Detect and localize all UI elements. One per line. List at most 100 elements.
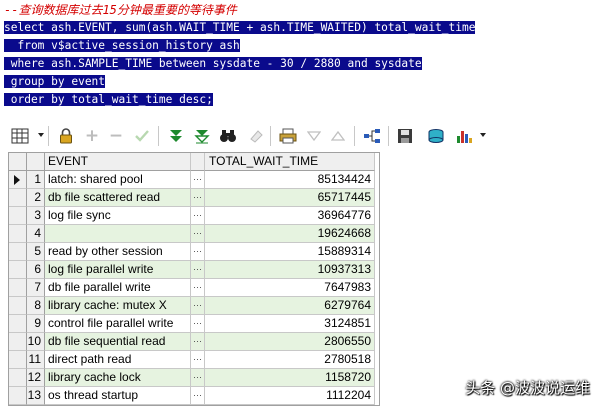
sql-line-4: group by event [4,75,106,88]
filter-clear-icon[interactable] [192,126,212,146]
row-number: 7 [27,279,45,297]
table-row[interactable]: 4 ··· 19624668 [9,225,379,243]
table-row[interactable]: 7 db file parallel write ··· 7647983 [9,279,379,297]
event-cell[interactable]: latch: shared pool [45,171,191,189]
total-wait-time-cell[interactable]: 3124851 [205,315,375,333]
row-indicator[interactable] [9,171,27,189]
table-row[interactable]: 10 db file sequential read ··· 2806550 [9,333,379,351]
grid-header-row: EVENT TOTAL_WAIT_TIME [9,153,379,171]
total-wait-time-cell[interactable]: 10937313 [205,261,375,279]
binoculars-icon[interactable] [218,126,238,146]
row-indicator[interactable] [9,315,27,333]
table-row[interactable]: 13 os thread startup ··· 1112204 [9,387,379,405]
cell-editor-ellipsis-icon[interactable]: ··· [191,261,205,279]
event-cell[interactable]: direct path read [45,351,191,369]
chart-icon[interactable] [454,126,474,146]
filter-down-icon[interactable] [166,126,186,146]
event-cell[interactable]: db file sequential read [45,333,191,351]
table-row[interactable]: 6 log file parallel write ··· 10937313 [9,261,379,279]
row-indicator[interactable] [9,369,27,387]
print-icon[interactable] [278,126,298,146]
event-cell[interactable]: db file scattered read [45,189,191,207]
check-icon[interactable] [132,126,152,146]
cell-editor-ellipsis-icon[interactable]: ··· [191,207,205,225]
cell-editor-ellipsis-icon[interactable]: ··· [191,297,205,315]
event-cell[interactable]: os thread startup [45,387,191,405]
table-row[interactable]: 9 control file parallel write ··· 3124851 [9,315,379,333]
table-row[interactable]: 11 direct path read ··· 2780518 [9,351,379,369]
total-wait-time-cell[interactable]: 85134424 [205,171,375,189]
column-header-spacer [191,153,205,171]
row-number: 13 [27,387,45,405]
save-icon[interactable] [395,126,415,146]
event-cell[interactable]: library cache lock [45,369,191,387]
row-indicator[interactable] [9,351,27,369]
row-number: 10 [27,333,45,351]
row-indicator[interactable] [9,261,27,279]
chart-menu-chevron-down-icon[interactable] [480,133,486,137]
row-indicator[interactable] [9,279,27,297]
table-row[interactable]: 8 library cache: mutex X ··· 6279764 [9,297,379,315]
event-cell[interactable]: log file parallel write [45,261,191,279]
total-wait-time-cell[interactable]: 1112204 [205,387,375,405]
table-row[interactable]: 12 library cache lock ··· 1158720 [9,369,379,387]
column-header-event[interactable]: EVENT [45,153,191,171]
event-cell[interactable]: library cache: mutex X [45,297,191,315]
cell-editor-ellipsis-icon[interactable]: ··· [191,387,205,405]
cell-editor-ellipsis-icon[interactable]: ··· [191,171,205,189]
event-cell[interactable]: control file parallel write [45,315,191,333]
event-cell[interactable]: log file sync [45,207,191,225]
result-grid[interactable]: EVENT TOTAL_WAIT_TIME 1 latch: shared poo… [8,152,380,406]
cell-editor-ellipsis-icon[interactable]: ··· [191,189,205,207]
cell-editor-ellipsis-icon[interactable]: ··· [191,243,205,261]
database-icon[interactable] [426,126,446,146]
header-corner [27,153,45,171]
grid-menu-chevron-down-icon[interactable] [38,133,44,137]
table-row[interactable]: 2 db file scattered read ··· 65717445 [9,189,379,207]
link-icon[interactable] [362,126,382,146]
cell-editor-ellipsis-icon[interactable]: ··· [191,333,205,351]
row-indicator[interactable] [9,189,27,207]
row-indicator[interactable] [9,297,27,315]
event-cell[interactable]: read by other session [45,243,191,261]
cell-editor-ellipsis-icon[interactable]: ··· [191,279,205,297]
column-header-total-wait-time[interactable]: TOTAL_WAIT_TIME [205,153,375,171]
total-wait-time-cell[interactable]: 1158720 [205,369,375,387]
sql-line-3: where ash.SAMPLE_TIME between sysdate - … [4,57,422,70]
event-cell[interactable] [45,225,191,243]
triangle-down-icon[interactable] [304,126,324,146]
total-wait-time-cell[interactable]: 19624668 [205,225,375,243]
row-indicator[interactable] [9,225,27,243]
cell-editor-ellipsis-icon[interactable]: ··· [191,369,205,387]
toolbar-divider [270,126,271,146]
row-indicator[interactable] [9,243,27,261]
total-wait-time-cell[interactable]: 7647983 [205,279,375,297]
plus-icon[interactable]: + [82,126,102,146]
header-corner [9,153,27,171]
total-wait-time-cell[interactable]: 36964776 [205,207,375,225]
total-wait-time-cell[interactable]: 15889314 [205,243,375,261]
total-wait-time-cell[interactable]: 2806550 [205,333,375,351]
lock-icon[interactable] [56,126,76,146]
eraser-icon[interactable] [246,126,266,146]
table-row[interactable]: 3 log file sync ··· 36964776 [9,207,379,225]
grid-icon[interactable] [10,126,30,146]
table-row[interactable]: 1 latch: shared pool ··· 85134424 [9,171,379,189]
total-wait-time-cell[interactable]: 65717445 [205,189,375,207]
cell-editor-ellipsis-icon[interactable]: ··· [191,315,205,333]
sql-line-1: select ash.EVENT, sum(ash.WAIT_TIME + as… [4,21,476,34]
cell-editor-ellipsis-icon[interactable]: ··· [191,351,205,369]
triangle-up-icon[interactable] [328,126,348,146]
total-wait-time-cell[interactable]: 6279764 [205,297,375,315]
toolbar-divider [158,126,159,146]
row-indicator[interactable] [9,387,27,405]
table-row[interactable]: 5 read by other session ··· 15889314 [9,243,379,261]
total-wait-time-cell[interactable]: 2780518 [205,351,375,369]
cell-editor-ellipsis-icon[interactable]: ··· [191,225,205,243]
row-indicator[interactable] [9,333,27,351]
row-indicator[interactable] [9,207,27,225]
row-number: 12 [27,369,45,387]
minus-icon[interactable]: − [106,126,126,146]
event-cell[interactable]: db file parallel write [45,279,191,297]
sql-editor[interactable]: --查询数据库过去15分钟最重要的等待事件 select ash.EVENT, … [0,0,600,110]
